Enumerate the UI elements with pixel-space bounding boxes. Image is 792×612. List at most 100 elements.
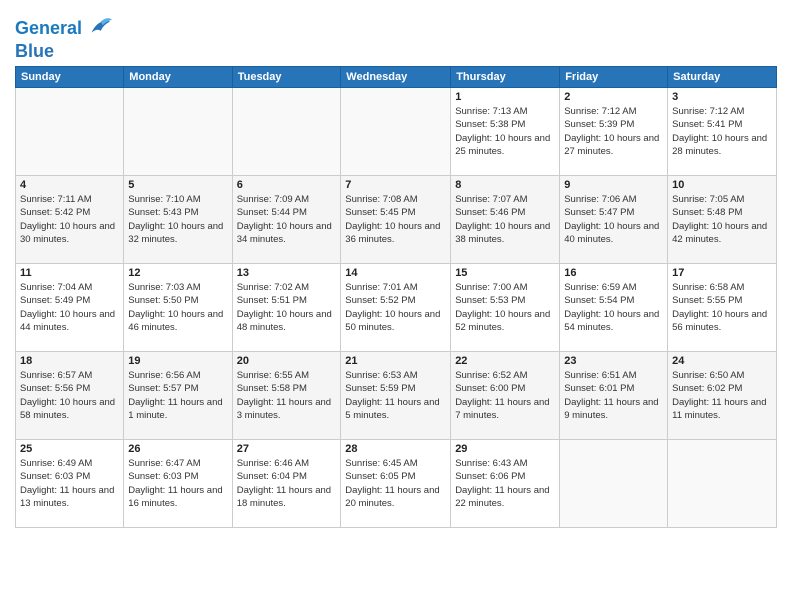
weekday-header-sunday: Sunday	[16, 67, 124, 88]
day-number: 17	[672, 267, 772, 279]
day-info: Sunrise: 7:05 AMSunset: 5:48 PMDaylight:…	[672, 193, 772, 246]
weekday-header-thursday: Thursday	[451, 67, 560, 88]
calendar-cell	[16, 88, 124, 176]
calendar-cell: 28 Sunrise: 6:45 AMSunset: 6:05 PMDayligh…	[341, 440, 451, 528]
calendar-cell: 11Sunrise: 7:04 AMSunset: 5:49 PMDayligh…	[16, 264, 124, 352]
day-info: Sunrise: 7:07 AMSunset: 5:46 PMDaylight:…	[455, 193, 555, 246]
calendar-cell: 20Sunrise: 6:55 AMSunset: 5:58 PMDayligh…	[232, 352, 341, 440]
day-number: 7	[345, 179, 446, 191]
day-info: Sunrise: 7:02 AMSunset: 5:51 PMDaylight:…	[237, 281, 337, 334]
day-info: Sunrise: 7:03 AMSunset: 5:50 PMDaylight:…	[128, 281, 227, 334]
day-info: Sunrise: 6:49 AMSunset: 6:03 PMDaylight:…	[20, 457, 119, 510]
calendar-week-row: 11Sunrise: 7:04 AMSunset: 5:49 PMDayligh…	[16, 264, 777, 352]
calendar-cell: 23 Sunrise: 6:51 AMSunset: 6:01 PMDayligh…	[560, 352, 668, 440]
calendar-cell: 25 Sunrise: 6:49 AMSunset: 6:03 PMDayligh…	[16, 440, 124, 528]
calendar-cell: 16Sunrise: 6:59 AMSunset: 5:54 PMDayligh…	[560, 264, 668, 352]
logo-text: General	[15, 19, 82, 37]
day-number: 4	[20, 179, 119, 191]
calendar-cell: 1Sunrise: 7:13 AMSunset: 5:38 PMDaylight…	[451, 88, 560, 176]
calendar-cell: 22 Sunrise: 6:52 AMSunset: 6:00 PMDayligh…	[451, 352, 560, 440]
page-container: General Blue SundayMondayTuesdayWednesda…	[0, 0, 792, 538]
calendar-cell: 8 Sunrise: 7:07 AMSunset: 5:46 PMDaylight…	[451, 176, 560, 264]
calendar-cell: 17Sunrise: 6:58 AMSunset: 5:55 PMDayligh…	[668, 264, 777, 352]
calendar-cell	[124, 88, 232, 176]
day-info: Sunrise: 7:11 AMSunset: 5:42 PMDaylight:…	[20, 193, 119, 246]
day-info: Sunrise: 6:45 AMSunset: 6:05 PMDaylight:…	[345, 457, 446, 510]
day-info: Sunrise: 7:13 AMSunset: 5:38 PMDaylight:…	[455, 105, 555, 158]
calendar-cell: 29 Sunrise: 6:43 AMSunset: 6:06 PMDayligh…	[451, 440, 560, 528]
day-info: Sunrise: 7:12 AMSunset: 5:41 PMDaylight:…	[672, 105, 772, 158]
calendar-cell: 13 Sunrise: 7:02 AMSunset: 5:51 PMDayligh…	[232, 264, 341, 352]
day-info: Sunrise: 6:52 AMSunset: 6:00 PMDaylight:…	[455, 369, 555, 422]
day-info: Sunrise: 6:53 AMSunset: 5:59 PMDaylight:…	[345, 369, 446, 422]
calendar-cell: 15 Sunrise: 7:00 AMSunset: 5:53 PMDayligh…	[451, 264, 560, 352]
weekday-header-monday: Monday	[124, 67, 232, 88]
day-info: Sunrise: 6:51 AMSunset: 6:01 PMDaylight:…	[564, 369, 663, 422]
day-info: Sunrise: 7:01 AMSunset: 5:52 PMDaylight:…	[345, 281, 446, 334]
day-number: 13	[237, 267, 337, 279]
day-number: 21	[345, 355, 446, 367]
calendar-cell: 2Sunrise: 7:12 AMSunset: 5:39 PMDaylight…	[560, 88, 668, 176]
calendar-cell	[668, 440, 777, 528]
day-number: 28	[345, 443, 446, 455]
calendar-cell: 12 Sunrise: 7:03 AMSunset: 5:50 PMDayligh…	[124, 264, 232, 352]
weekday-header-wednesday: Wednesday	[341, 67, 451, 88]
calendar-cell	[560, 440, 668, 528]
calendar-cell	[232, 88, 341, 176]
day-number: 11	[20, 267, 119, 279]
calendar-cell: 18 Sunrise: 6:57 AMSunset: 5:56 PMDayligh…	[16, 352, 124, 440]
day-number: 20	[237, 355, 337, 367]
day-number: 25	[20, 443, 119, 455]
day-info: Sunrise: 6:46 AMSunset: 6:04 PMDaylight:…	[237, 457, 337, 510]
day-number: 18	[20, 355, 119, 367]
day-info: Sunrise: 7:12 AMSunset: 5:39 PMDaylight:…	[564, 105, 663, 158]
day-info: Sunrise: 7:06 AMSunset: 5:47 PMDaylight:…	[564, 193, 663, 246]
day-number: 12	[128, 267, 227, 279]
calendar-week-row: 18 Sunrise: 6:57 AMSunset: 5:56 PMDayligh…	[16, 352, 777, 440]
day-number: 8	[455, 179, 555, 191]
calendar-cell: 4 Sunrise: 7:11 AMSunset: 5:42 PMDaylight…	[16, 176, 124, 264]
calendar-cell: 3 Sunrise: 7:12 AMSunset: 5:41 PMDaylight…	[668, 88, 777, 176]
weekday-header-tuesday: Tuesday	[232, 67, 341, 88]
logo: General Blue	[15, 14, 112, 60]
calendar-cell: 14 Sunrise: 7:01 AMSunset: 5:52 PMDayligh…	[341, 264, 451, 352]
calendar-cell: 5 Sunrise: 7:10 AMSunset: 5:43 PMDaylight…	[124, 176, 232, 264]
day-info: Sunrise: 7:09 AMSunset: 5:44 PMDaylight:…	[237, 193, 337, 246]
calendar-cell: 26Sunrise: 6:47 AMSunset: 6:03 PMDayligh…	[124, 440, 232, 528]
calendar-week-row: 4 Sunrise: 7:11 AMSunset: 5:42 PMDaylight…	[16, 176, 777, 264]
day-number: 23	[564, 355, 663, 367]
day-number: 19	[128, 355, 227, 367]
weekday-header-row: SundayMondayTuesdayWednesdayThursdayFrid…	[16, 67, 777, 88]
day-info: Sunrise: 6:43 AMSunset: 6:06 PMDaylight:…	[455, 457, 555, 510]
calendar-cell: 21 Sunrise: 6:53 AMSunset: 5:59 PMDayligh…	[341, 352, 451, 440]
day-number: 15	[455, 267, 555, 279]
weekday-header-friday: Friday	[560, 67, 668, 88]
logo-blue-text: Blue	[15, 42, 112, 60]
day-number: 22	[455, 355, 555, 367]
day-number: 24	[672, 355, 772, 367]
day-number: 10	[672, 179, 772, 191]
calendar-cell: 27 Sunrise: 6:46 AMSunset: 6:04 PMDayligh…	[232, 440, 341, 528]
day-number: 3	[672, 91, 772, 103]
day-number: 5	[128, 179, 227, 191]
calendar-cell: 7 Sunrise: 7:08 AMSunset: 5:45 PMDaylight…	[341, 176, 451, 264]
calendar-week-row: 25 Sunrise: 6:49 AMSunset: 6:03 PMDayligh…	[16, 440, 777, 528]
day-info: Sunrise: 7:10 AMSunset: 5:43 PMDaylight:…	[128, 193, 227, 246]
day-number: 29	[455, 443, 555, 455]
day-number: 27	[237, 443, 337, 455]
calendar-table: SundayMondayTuesdayWednesdayThursdayFrid…	[15, 66, 777, 528]
day-info: Sunrise: 6:59 AMSunset: 5:54 PMDaylight:…	[564, 281, 663, 334]
calendar-cell: 6Sunrise: 7:09 AMSunset: 5:44 PMDaylight…	[232, 176, 341, 264]
calendar-cell: 24 Sunrise: 6:50 AMSunset: 6:02 PMDayligh…	[668, 352, 777, 440]
day-info: Sunrise: 7:00 AMSunset: 5:53 PMDaylight:…	[455, 281, 555, 334]
day-info: Sunrise: 6:50 AMSunset: 6:02 PMDaylight:…	[672, 369, 772, 422]
day-info: Sunrise: 6:57 AMSunset: 5:56 PMDaylight:…	[20, 369, 119, 422]
logo-bird-icon	[84, 14, 112, 42]
calendar-week-row: 1Sunrise: 7:13 AMSunset: 5:38 PMDaylight…	[16, 88, 777, 176]
day-info: Sunrise: 7:08 AMSunset: 5:45 PMDaylight:…	[345, 193, 446, 246]
day-number: 14	[345, 267, 446, 279]
calendar-cell: 19Sunrise: 6:56 AMSunset: 5:57 PMDayligh…	[124, 352, 232, 440]
calendar-cell: 10 Sunrise: 7:05 AMSunset: 5:48 PMDayligh…	[668, 176, 777, 264]
calendar-cell	[341, 88, 451, 176]
weekday-header-saturday: Saturday	[668, 67, 777, 88]
